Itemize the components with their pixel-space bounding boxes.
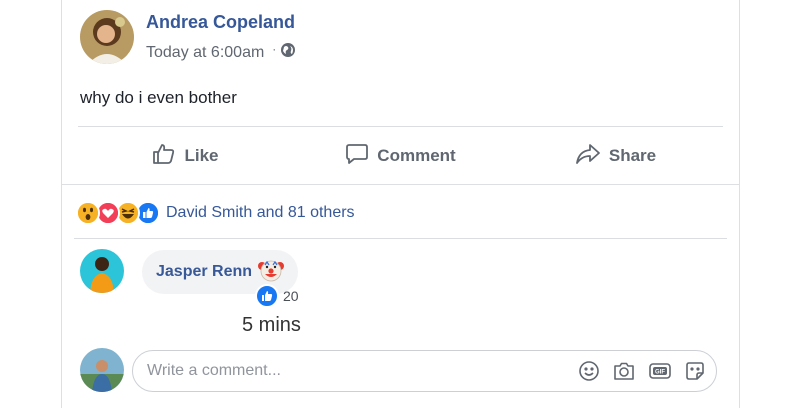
author-name[interactable]: Andrea Copeland [146, 12, 295, 33]
comment-button[interactable]: Comment [293, 128, 508, 184]
post-timestamp[interactable]: Today at 6:00am [146, 44, 264, 62]
sticker-icon[interactable] [684, 360, 706, 382]
like-label: Like [184, 146, 219, 165]
divider [74, 238, 727, 239]
author-avatar[interactable] [80, 10, 134, 64]
commenter-name[interactable]: Jasper Renn [156, 263, 252, 281]
post-text: why do i even bother [80, 88, 237, 107]
like-reaction-icon [255, 284, 279, 308]
current-user-avatar[interactable] [80, 348, 124, 392]
share-button[interactable]: Share [508, 128, 723, 184]
like-button[interactable]: Like [78, 128, 293, 184]
post-action-bar: Like Comment Share [78, 128, 723, 184]
reaction-names-link[interactable]: David Smith and 81 others [166, 204, 355, 222]
post-meta: Today at 6:00am · [146, 42, 296, 63]
like-count-value: 20 [283, 288, 299, 304]
share-label: Share [608, 146, 657, 165]
commenter-avatar[interactable] [80, 249, 124, 293]
clown-face-icon [258, 257, 285, 288]
gif-icon[interactable]: GIF [648, 360, 672, 382]
comment-input[interactable] [133, 352, 566, 390]
reaction-summary[interactable]: David Smith and 81 others [76, 201, 355, 225]
emoji-icon[interactable] [578, 360, 600, 382]
comment-label: Comment [377, 146, 456, 165]
post-card: Andrea Copeland Today at 6:00am · why do… [61, 0, 740, 408]
comment-timestamp[interactable]: 5 mins [242, 314, 301, 337]
comment-composer: GIF [132, 350, 717, 392]
speech-bubble-icon [345, 142, 377, 171]
camera-icon[interactable] [612, 360, 636, 382]
thumbs-up-icon [152, 142, 184, 171]
composer-icons: GIF [566, 360, 706, 382]
share-arrow-icon [575, 142, 609, 171]
divider [78, 126, 723, 127]
svg-text:GIF: GIF [655, 370, 665, 376]
meta-separator: · [272, 41, 277, 56]
globe-icon[interactable] [280, 42, 296, 63]
wow-reaction-icon [76, 201, 100, 225]
comment-like-count[interactable]: 20 [255, 284, 299, 308]
